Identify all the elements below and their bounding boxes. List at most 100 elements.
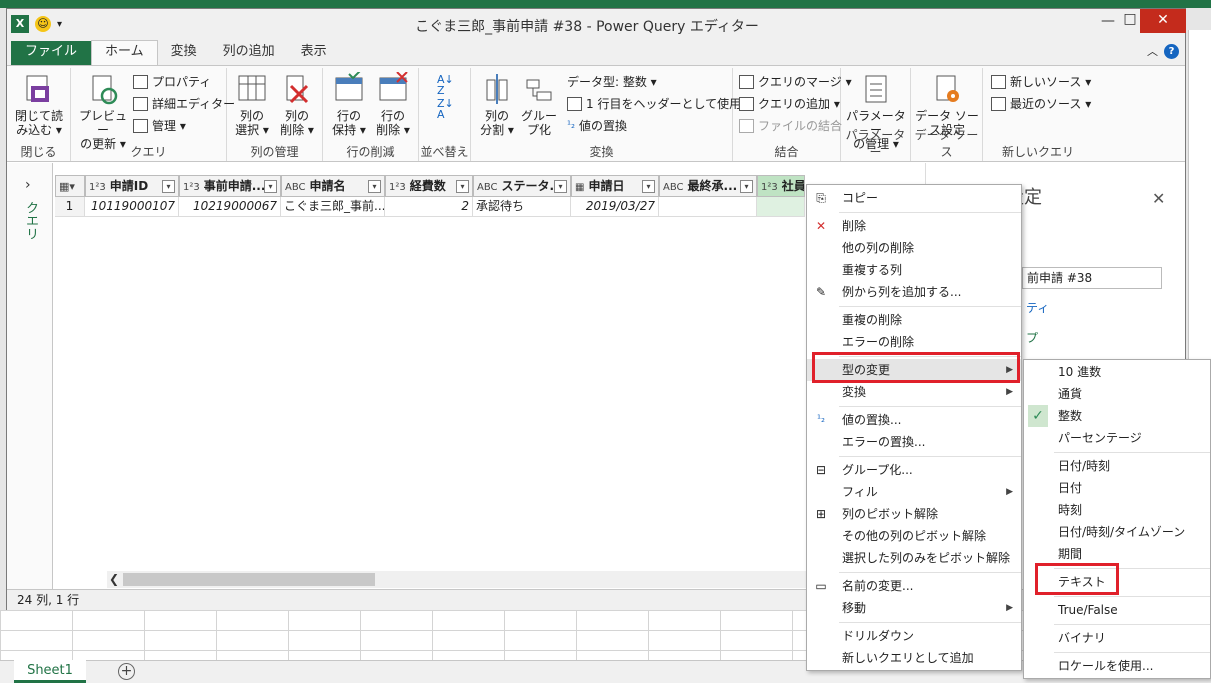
scroll-left-icon[interactable]: ❮ (107, 571, 121, 588)
menu-item-duplicate-column[interactable]: 重複する列 (807, 259, 1021, 281)
type-true-false[interactable]: True/False (1024, 599, 1210, 621)
type-datetime[interactable]: 日付/時刻 (1024, 455, 1210, 477)
type-percentage[interactable]: パーセンテージ (1024, 427, 1210, 449)
keep-rows-button[interactable]: 行の 保持 ▾ (327, 69, 371, 137)
add-sheet-icon[interactable]: + (118, 663, 135, 680)
menu-item-group-by[interactable]: ⊟ グループ化... (807, 459, 1021, 481)
table-cell[interactable]: 2019/03/27 (571, 197, 659, 217)
append-queries-button[interactable]: クエリの追加 ▾ (739, 94, 840, 114)
recent-sources-button[interactable]: 最近のソース ▾ (991, 94, 1091, 114)
menu-item-rename[interactable]: ▭ 名前の変更... (807, 575, 1021, 597)
scrollbar-thumb[interactable] (123, 573, 375, 586)
type-binary[interactable]: バイナリ (1024, 627, 1210, 649)
type-time[interactable]: 時刻 (1024, 499, 1210, 521)
sort-ascending-button[interactable]: A↓ Z (437, 74, 454, 96)
table-cell[interactable]: こぐま三郎_事前... (281, 197, 385, 217)
table-cell-selected[interactable] (757, 197, 805, 217)
type-duration[interactable]: 期間 (1024, 543, 1210, 565)
table-cell[interactable] (659, 197, 757, 217)
filter-dropdown-icon[interactable]: ▾ (264, 180, 277, 193)
table-cell[interactable]: 承認待ち (473, 197, 571, 217)
preview-refresh-button[interactable]: プレビュー の更新 ▾ (75, 72, 131, 151)
advanced-editor-button[interactable]: 詳細エディター (133, 94, 235, 114)
remove-columns-button[interactable]: 列の 削除 ▾ (275, 72, 319, 137)
all-properties-link[interactable]: ティ (1026, 299, 1049, 316)
group-by-button[interactable]: グルー プ化 (519, 72, 559, 137)
type-currency[interactable]: 通貨 (1024, 383, 1210, 405)
split-column-button[interactable]: 列の 分割 ▾ (477, 72, 517, 137)
column-header[interactable]: 1²3 事前申請... ▾ (179, 175, 281, 197)
customize-qat-icon[interactable]: ▾ (57, 19, 62, 30)
manage-button[interactable]: 管理 ▾ (133, 116, 186, 136)
column-header[interactable]: ABC ステータ... ▾ (473, 175, 571, 197)
column-header[interactable]: ABC 申請名 ▾ (281, 175, 385, 197)
menu-item-transform[interactable]: 変換 ▶ (807, 381, 1021, 403)
menu-separator (839, 306, 1021, 307)
help-icon[interactable]: ? (1164, 43, 1179, 59)
remove-rows-button[interactable]: 行の 削除 ▾ (371, 71, 415, 137)
menu-item-add-as-new-query[interactable]: 新しいクエリとして追加 (807, 647, 1021, 669)
properties-button[interactable]: プロパティ (133, 72, 211, 92)
query-name-input[interactable]: 前申請 #38 (1022, 267, 1162, 289)
menu-item-unpivot[interactable]: ⊞ 列のピボット解除 (807, 503, 1021, 525)
column-header[interactable]: 1²3 経費数 ▾ (385, 175, 473, 197)
menu-item-unpivot-other[interactable]: その他の列のピボット解除 (807, 525, 1021, 547)
sort-descending-button[interactable]: Z↓ A (437, 98, 454, 120)
filter-dropdown-icon[interactable]: ▾ (740, 180, 753, 193)
column-header[interactable]: ▦ 申請日 ▾ (571, 175, 659, 197)
tab-file[interactable]: ファイル (11, 41, 92, 65)
minimize-button[interactable]: — (1097, 13, 1119, 33)
table-cell[interactable]: 10119000107 (85, 197, 179, 217)
type-whole-number[interactable]: ✓ 整数 (1024, 405, 1210, 427)
menu-item-copy[interactable]: ⎘ コピー (807, 187, 1021, 209)
expand-queries-icon[interactable]: › (25, 177, 31, 193)
combine-files-button[interactable]: ファイルの結合 (739, 116, 842, 136)
type-date[interactable]: 日付 (1024, 477, 1210, 499)
type-datetimezone[interactable]: 日付/時刻/タイムゾーン (1024, 521, 1210, 543)
column-header[interactable]: ABC 最終承... ▾ (659, 175, 757, 197)
filter-dropdown-icon[interactable]: ▾ (554, 180, 567, 193)
tab-view[interactable]: 表示 (288, 41, 340, 65)
type-using-locale[interactable]: ロケールを使用... (1024, 655, 1210, 677)
table-cell[interactable]: 10219000067 (179, 197, 281, 217)
menu-item-replace-values[interactable]: ¹₂ 値の置換... (807, 409, 1021, 431)
queries-pane-label[interactable]: クエリ (21, 201, 40, 240)
menu-item-remove[interactable]: ✕ 削除 (807, 215, 1021, 237)
new-source-button[interactable]: 新しいソース ▾ (991, 72, 1091, 92)
table-cell[interactable]: 2 (385, 197, 473, 217)
merge-queries-button[interactable]: クエリのマージ ▾ (739, 72, 852, 92)
tab-home[interactable]: ホーム (91, 40, 158, 65)
use-first-row-button[interactable]: 1 行目をヘッダーとして使用 ▾ (567, 94, 751, 114)
data-type-dropdown[interactable]: データ型: 整数 ▾ (567, 72, 657, 92)
menu-item-move[interactable]: 移動 ▶ (807, 597, 1021, 619)
collapse-ribbon-icon[interactable]: ︿ (1147, 43, 1158, 59)
close-settings-icon[interactable]: ✕ (1152, 189, 1165, 208)
filter-dropdown-icon[interactable]: ▾ (456, 180, 469, 193)
menu-item-column-from-examples[interactable]: ✎ 例から列を追加する... (807, 281, 1021, 303)
menu-item-remove-errors[interactable]: エラーの削除 (807, 331, 1021, 353)
close-button[interactable]: ✕ (1140, 9, 1186, 33)
menu-item-fill[interactable]: フィル ▶ (807, 481, 1021, 503)
filter-dropdown-icon[interactable]: ▾ (642, 180, 655, 193)
menu-item-remove-duplicates[interactable]: 重複の削除 (807, 309, 1021, 331)
close-and-load-button[interactable]: 閉じて読 み込む ▾ (13, 72, 65, 137)
menu-separator (1054, 596, 1210, 597)
filter-dropdown-icon[interactable]: ▾ (162, 180, 175, 193)
sheet-tab[interactable]: Sheet1 (14, 660, 86, 683)
table-menu-icon[interactable]: ▦▾ (55, 175, 85, 197)
menu-item-unpivot-selected[interactable]: 選択した列のみをピボット解除 (807, 547, 1021, 569)
smile-feedback-icon[interactable]: ☺ (35, 16, 51, 32)
type-decimal[interactable]: 10 進数 (1024, 361, 1210, 383)
tab-transform[interactable]: 変換 (158, 41, 210, 65)
horizontal-scrollbar[interactable]: ❮ (107, 571, 807, 588)
menu-item-replace-errors[interactable]: エラーの置換... (807, 431, 1021, 453)
menu-item-drill-down[interactable]: ドリルダウン (807, 625, 1021, 647)
menu-item-remove-other-columns[interactable]: 他の列の削除 (807, 237, 1021, 259)
column-header[interactable]: 1²3 申請ID ▾ (85, 175, 179, 197)
choose-columns-icon (236, 72, 268, 106)
replace-values-button[interactable]: ¹₂ 値の置換 (567, 116, 627, 136)
tab-add-column[interactable]: 列の追加 (210, 41, 288, 65)
choose-columns-button[interactable]: 列の 選択 ▾ (231, 72, 273, 137)
filter-dropdown-icon[interactable]: ▾ (368, 180, 381, 193)
column-header-selected[interactable]: 1²3社員番... (757, 175, 805, 197)
